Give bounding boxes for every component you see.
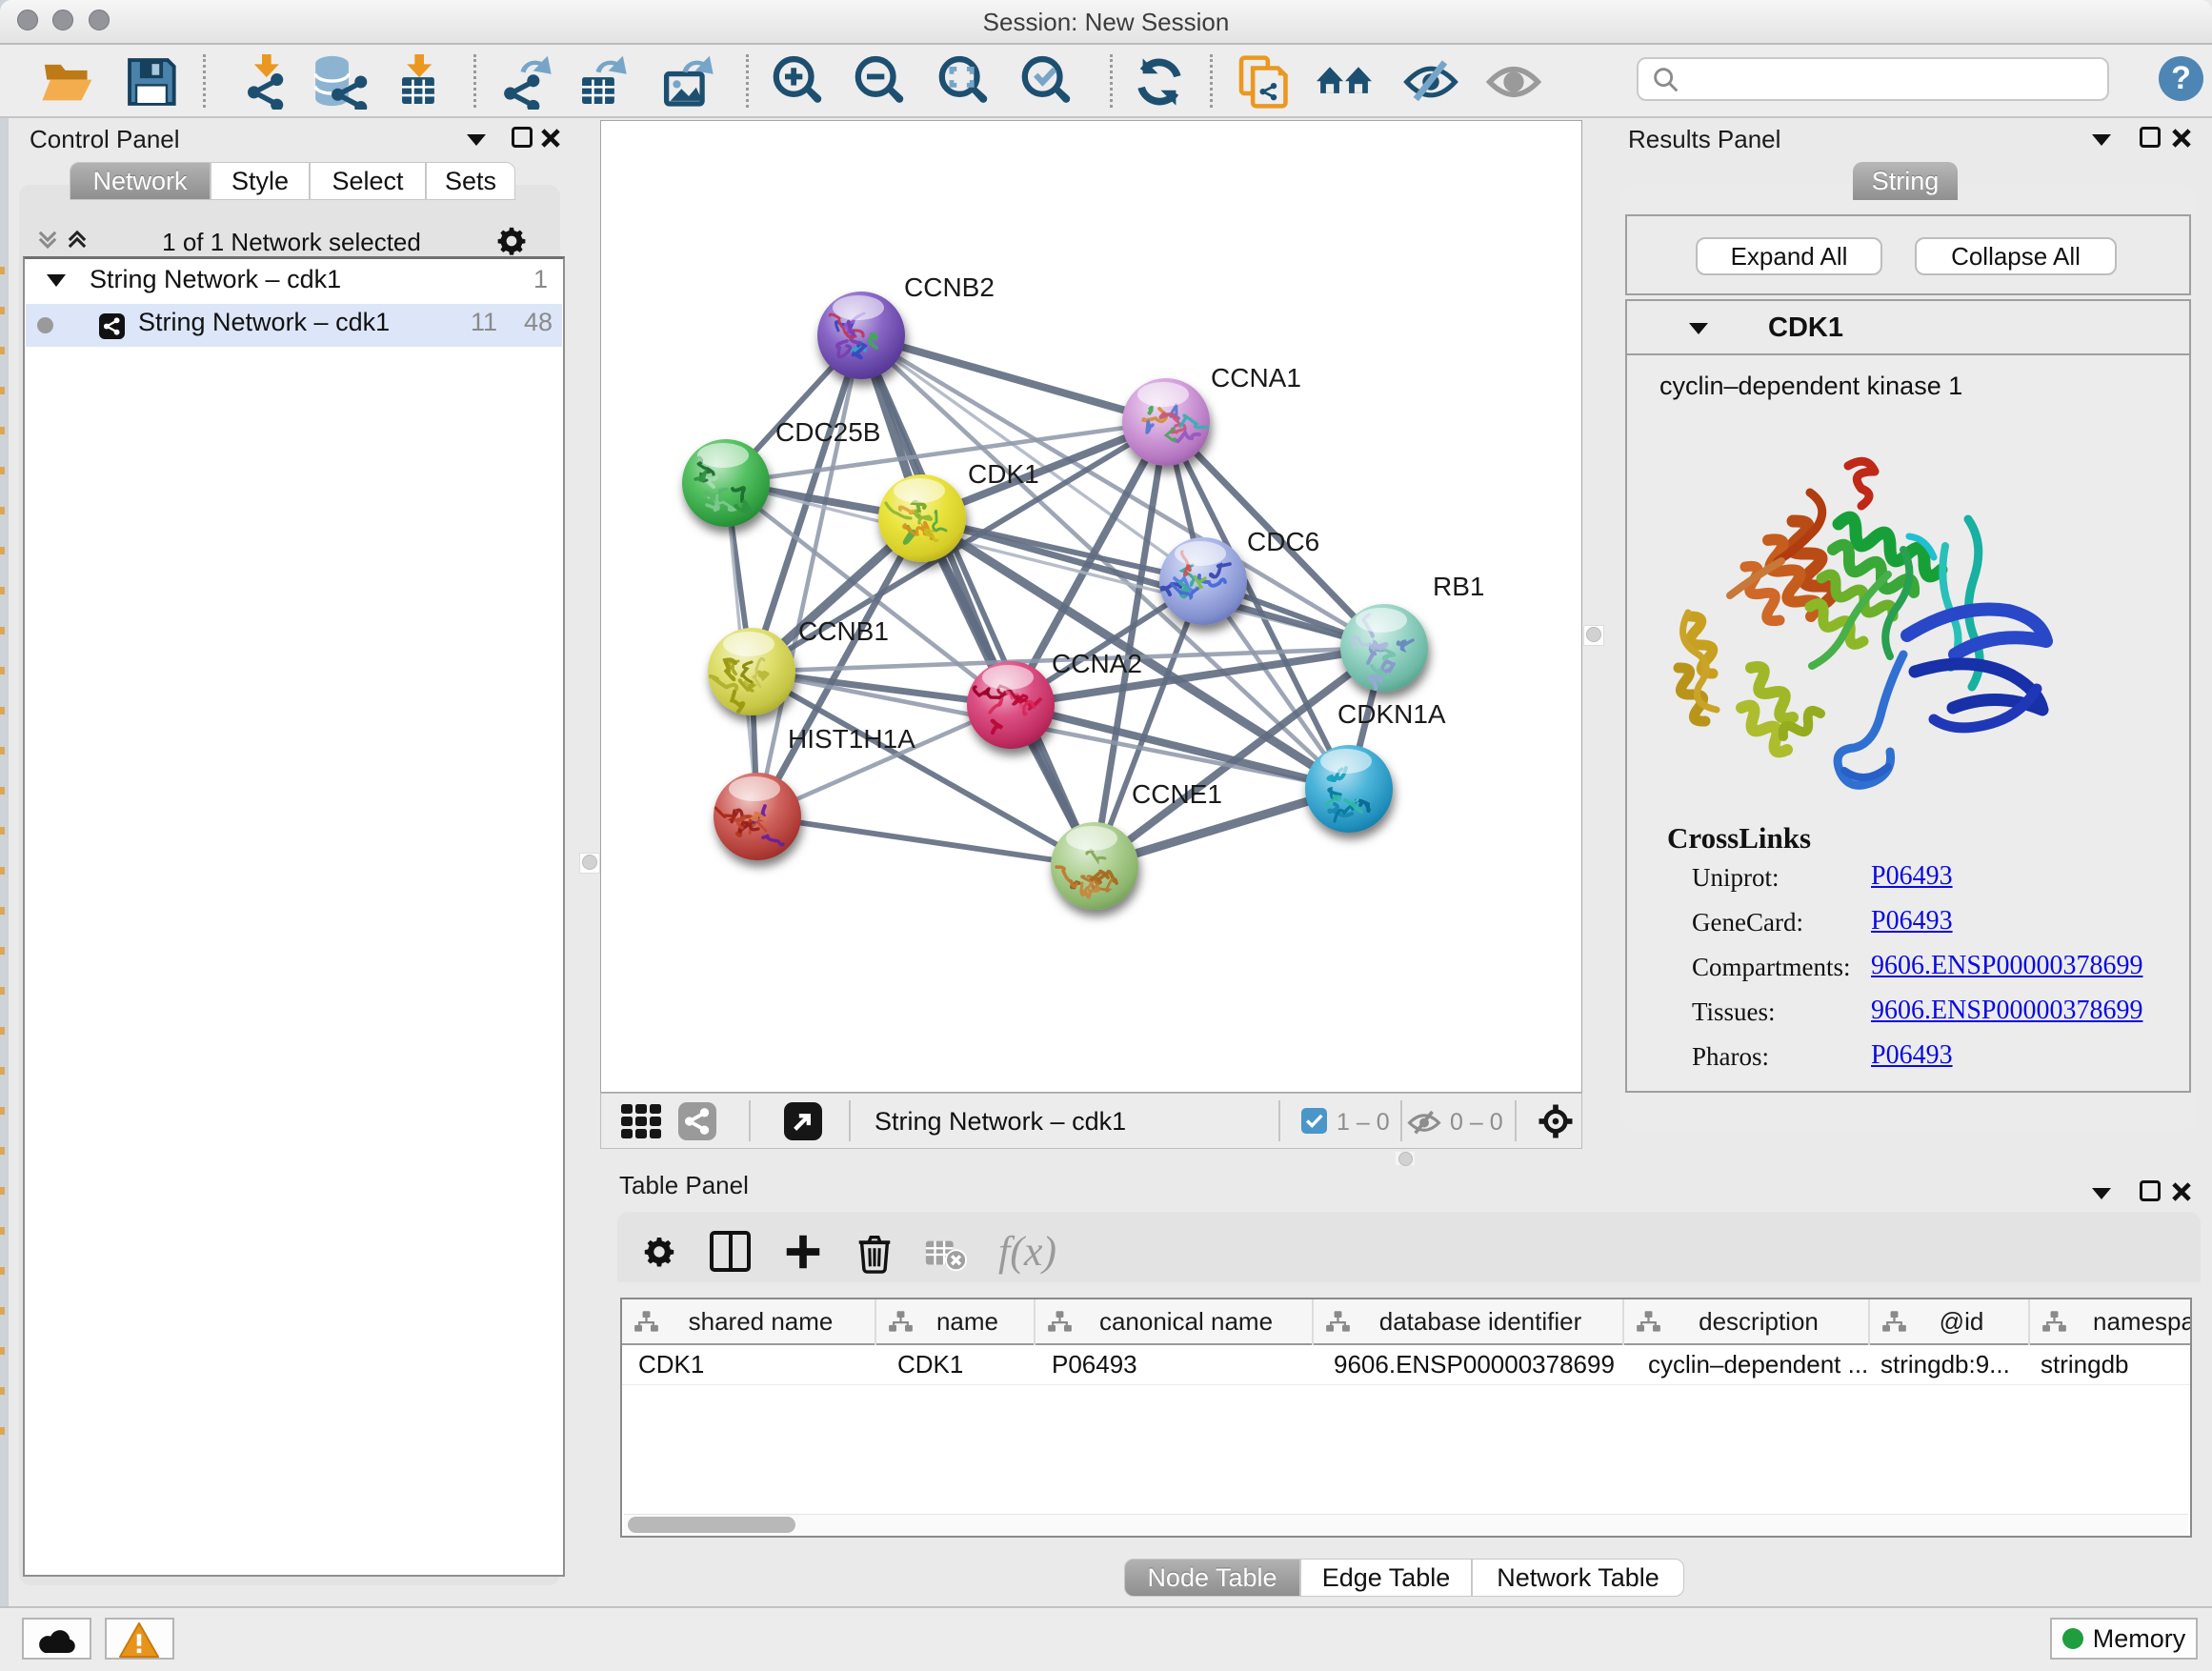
- svg-text:CDC25B: CDC25B: [775, 417, 880, 447]
- svg-text:CCNE1: CCNE1: [1132, 779, 1222, 809]
- svg-text:CCNA1: CCNA1: [1211, 363, 1301, 393]
- svg-text:CDK1: CDK1: [968, 459, 1039, 489]
- svg-text:CCNB2: CCNB2: [904, 272, 995, 302]
- svg-text:RB1: RB1: [1433, 572, 1484, 601]
- svg-text:CCNB1: CCNB1: [798, 616, 889, 646]
- svg-text:CCNA2: CCNA2: [1052, 649, 1142, 678]
- svg-text:CDC6: CDC6: [1247, 527, 1319, 556]
- svg-text:CDKN1A: CDKN1A: [1337, 699, 1446, 729]
- svg-text:HIST1H1A: HIST1H1A: [788, 724, 915, 754]
